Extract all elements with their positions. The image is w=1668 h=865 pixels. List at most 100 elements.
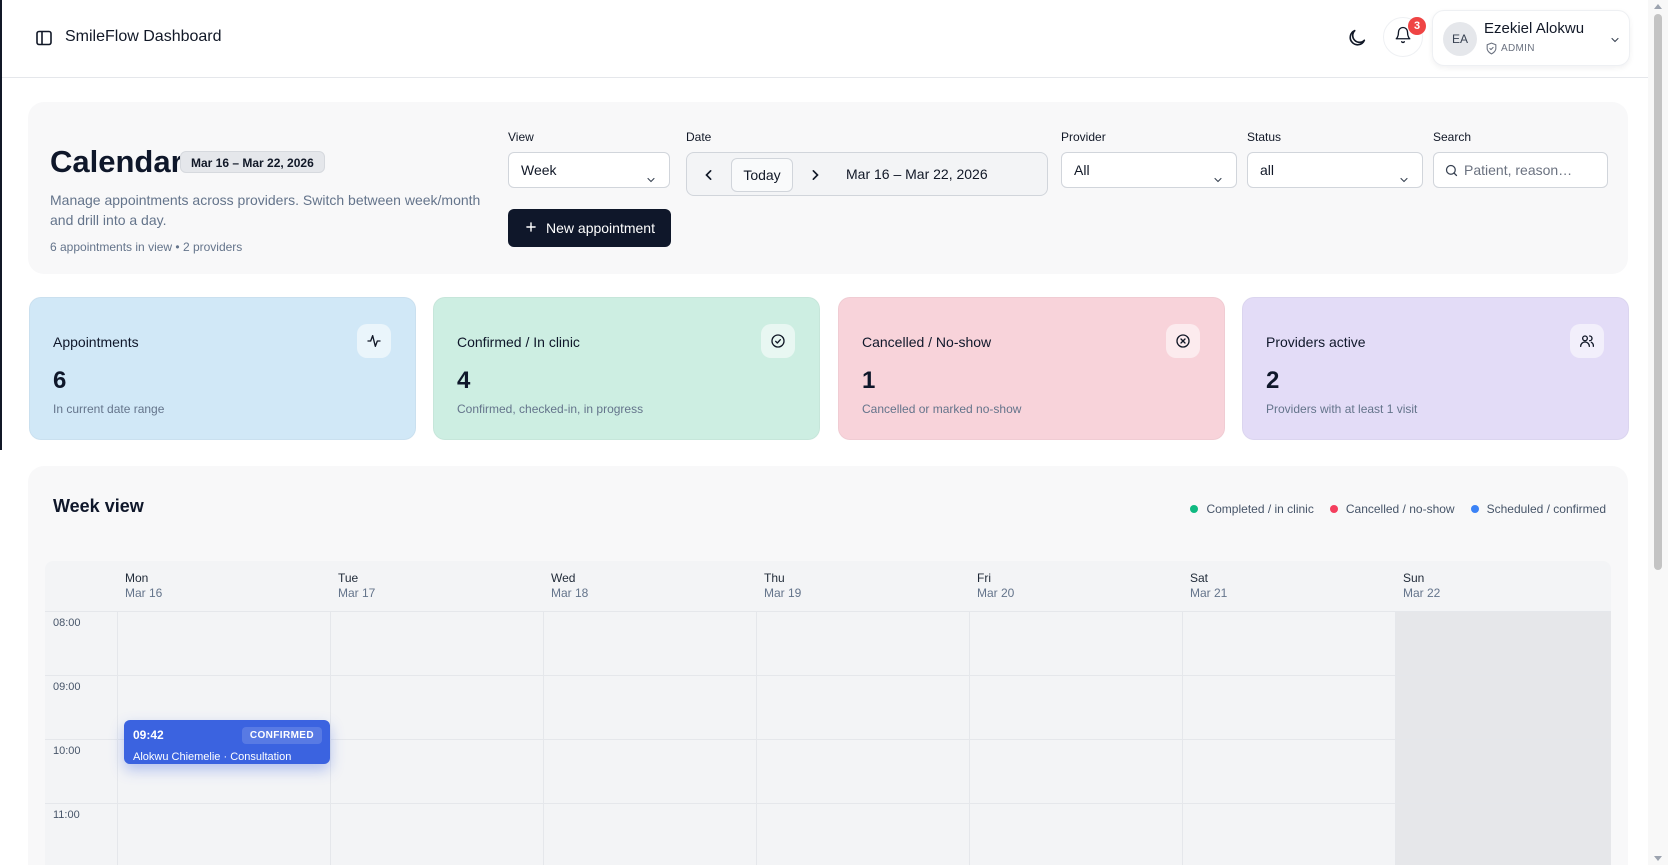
- appointment-status-badge: CONFIRMED: [241, 727, 322, 744]
- legend-label: Completed / in clinic: [1206, 502, 1314, 516]
- app-root: SmileFlow Dashboard 3 EA Ezekiel Alokwu …: [0, 0, 1668, 865]
- appointment-card[interactable]: 09:42 CONFIRMED Alokwu Chiemelie · Consu…: [124, 720, 330, 764]
- day-header: Fri Mar 20: [969, 561, 1182, 611]
- new-appointment-button[interactable]: New appointment: [508, 209, 671, 247]
- stat-card-providers: Providers active 2 Providers with at lea…: [1242, 297, 1629, 440]
- top-bar: SmileFlow Dashboard 3 EA Ezekiel Alokwu …: [2, 0, 1648, 78]
- day-date: Mar 18: [551, 586, 589, 600]
- search-input[interactable]: [1464, 153, 1604, 187]
- stat-card-cancelled: Cancelled / No-show 1 Cancelled or marke…: [838, 297, 1225, 440]
- day-column-wed[interactable]: [543, 611, 756, 865]
- legend-item: Cancelled / no-show: [1329, 502, 1455, 516]
- stat-label: Appointments: [53, 334, 139, 350]
- chevron-down-icon: [645, 164, 657, 198]
- legend-item: Completed / in clinic: [1190, 502, 1314, 516]
- status-select-value: all: [1260, 162, 1275, 178]
- stat-label: Providers active: [1266, 334, 1366, 350]
- stat-value: 1: [862, 367, 876, 394]
- sidebar-toggle-icon[interactable]: [34, 28, 54, 48]
- day-header: Mon Mar 16: [117, 561, 330, 611]
- search-label: Search: [1433, 130, 1472, 144]
- day-date: Mar 21: [1190, 586, 1228, 600]
- prev-week-chevron-left-icon[interactable]: [699, 165, 719, 185]
- provider-label: Provider: [1061, 130, 1106, 144]
- notifications-button[interactable]: 3: [1383, 17, 1426, 57]
- day-header: Sat Mar 21: [1182, 561, 1395, 611]
- next-week-chevron-right-icon[interactable]: [805, 165, 825, 185]
- shield-check-icon: [1485, 42, 1498, 60]
- page-title: Calendar: [50, 144, 183, 179]
- day-column-sat[interactable]: [1182, 611, 1395, 865]
- notification-count-badge: 3: [1408, 17, 1426, 35]
- provider-select-value: All: [1074, 162, 1090, 178]
- week-grid: Mon Mar 16 Tue Mar 17 Wed Mar 18 Thu Mar 19 …: [45, 561, 1611, 865]
- date-range-text: Mar 16 – Mar 22, 2026: [846, 166, 988, 182]
- new-appointment-label: New appointment: [546, 220, 655, 236]
- stat-subtext: In current date range: [53, 402, 165, 416]
- hour-line: [45, 611, 1611, 612]
- day-column-tue[interactable]: [330, 611, 543, 865]
- day-date: Mar 16: [125, 586, 163, 600]
- day-name: Sat: [1190, 571, 1209, 585]
- chevron-down-icon: [1212, 164, 1224, 198]
- day-date: Mar 22: [1403, 586, 1441, 600]
- day-name: Fri: [977, 571, 991, 585]
- stat-value: 4: [457, 367, 471, 394]
- day-column-thu[interactable]: [756, 611, 969, 865]
- date-label: Date: [686, 130, 712, 144]
- hour-line: [45, 675, 1611, 676]
- view-select[interactable]: Week: [508, 152, 670, 188]
- theme-toggle-moon-icon[interactable]: [1346, 27, 1368, 49]
- stat-value: 2: [1266, 367, 1280, 394]
- day-header: Sun Mar 22: [1395, 561, 1611, 611]
- hour-label: 10:00: [53, 745, 81, 757]
- date-navigator: Today Mar 16 – Mar 22, 2026: [686, 152, 1048, 196]
- calendar-header-panel: Calendar Mar 16 – Mar 22, 2026 Manage ap…: [28, 102, 1628, 274]
- page-scrollbar[interactable]: [1648, 0, 1668, 865]
- user-name: Ezekiel Alokwu: [1484, 20, 1585, 37]
- day-date: Mar 17: [338, 586, 376, 600]
- search-box: [1433, 152, 1608, 188]
- users-icon: [1570, 324, 1604, 358]
- legend-dot: [1190, 505, 1199, 513]
- stat-label: Confirmed / In clinic: [457, 334, 580, 350]
- stat-card-appointments: Appointments 6 In current date range: [29, 297, 416, 440]
- today-button[interactable]: Today: [731, 158, 793, 192]
- hour-label: 11:00: [53, 809, 80, 821]
- stat-subtext: Cancelled or marked no-show: [862, 402, 1022, 416]
- user-role: ADMIN: [1501, 43, 1535, 54]
- search-icon: [1444, 163, 1459, 183]
- stat-subtext: Confirmed, checked-in, in progress: [457, 402, 644, 416]
- chevron-down-icon: [1609, 33, 1621, 51]
- scroll-up-arrow-icon[interactable]: [1654, 4, 1662, 9]
- legend-dot: [1329, 505, 1338, 513]
- view-label: View: [508, 130, 534, 144]
- status-label: Status: [1247, 130, 1282, 144]
- hour-label: 08:00: [53, 617, 81, 629]
- provider-select[interactable]: All: [1061, 152, 1237, 188]
- plus-icon: [524, 220, 538, 237]
- hour-label: 09:00: [53, 681, 81, 693]
- legend-label: Scheduled / confirmed: [1486, 502, 1606, 516]
- day-header: Wed Mar 18: [543, 561, 756, 611]
- stat-value: 6: [53, 367, 67, 394]
- scrollbar-thumb[interactable]: [1654, 14, 1662, 570]
- page-description: Manage appointments across providers. Sw…: [50, 192, 481, 228]
- status-select[interactable]: all: [1247, 152, 1423, 188]
- legend-item: Scheduled / confirmed: [1470, 502, 1606, 516]
- scroll-down-arrow-icon[interactable]: [1654, 856, 1662, 861]
- check-circle-icon: [761, 324, 795, 358]
- activity-icon: [357, 324, 391, 358]
- stat-card-confirmed: Confirmed / In clinic 4 Confirmed, check…: [433, 297, 820, 440]
- stat-subtext: Providers with at least 1 visit: [1266, 402, 1418, 416]
- day-name: Wed: [551, 571, 576, 585]
- week-view-panel: Week view Completed / in clinic Cancelle…: [28, 466, 1628, 865]
- avatar: EA: [1443, 22, 1477, 56]
- day-column-sun[interactable]: [1395, 611, 1611, 865]
- appointments-meta: 6 appointments in view • 2 providers: [50, 240, 243, 254]
- user-menu[interactable]: EA Ezekiel Alokwu ADMIN: [1432, 10, 1630, 66]
- day-header: Tue Mar 17: [330, 561, 543, 611]
- hour-line: [45, 803, 1611, 804]
- day-column-fri[interactable]: [969, 611, 1182, 865]
- legend-label: Cancelled / no-show: [1345, 502, 1455, 516]
